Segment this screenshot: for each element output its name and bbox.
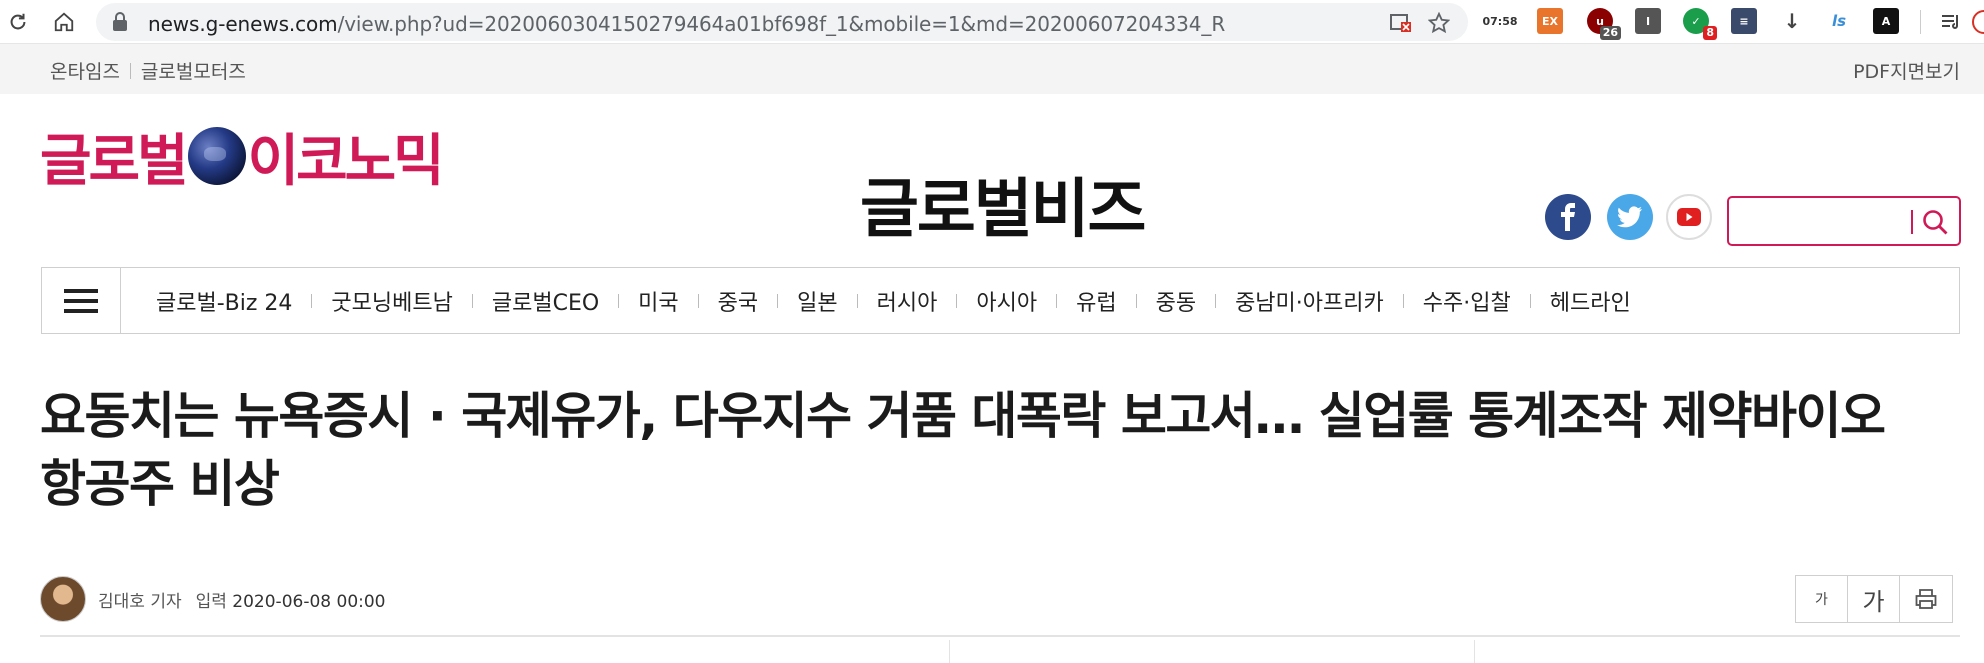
nav-item[interactable]: 헤드라인: [1550, 285, 1631, 317]
column-divider: [949, 640, 950, 663]
twitter-icon[interactable]: [1607, 194, 1653, 240]
article-tools: 가 가: [1795, 575, 1953, 623]
ls-ext-icon[interactable]: ls: [1826, 8, 1852, 34]
font-decrease-button[interactable]: 가: [1796, 576, 1848, 622]
nav-item[interactable]: 미국: [638, 285, 678, 317]
search-box: [1727, 196, 1961, 246]
publish-date: 2020-06-08 00:00: [232, 592, 386, 612]
clock-ext-icon[interactable]: 07:58: [1483, 8, 1518, 34]
logo-text-right: 이코노믹: [247, 128, 445, 194]
nav-item[interactable]: 중남미·아프리카: [1235, 285, 1384, 317]
address-bar[interactable]: news.g-enews.com/view.php?ud=20200603041…: [96, 3, 1468, 41]
bookmark-star-icon[interactable]: [1426, 10, 1452, 36]
site-logo[interactable]: 글로벌 이코노믹: [40, 124, 445, 194]
stack-ext-icon[interactable]: ≡: [1731, 8, 1757, 34]
byline: 김대호 기자 입력 2020-06-08 00:00: [98, 587, 386, 612]
nav-separator: [1056, 294, 1058, 308]
ublock-ext-icon[interactable]: u 26: [1587, 8, 1621, 40]
nav-item[interactable]: 러시아: [877, 285, 938, 317]
home-icon[interactable]: [48, 6, 80, 38]
url-text: news.g-enews.com/view.php?ud=20200603041…: [148, 12, 1226, 36]
i-ext-icon[interactable]: I: [1635, 8, 1661, 34]
nav-separator: [1402, 294, 1404, 308]
translate-icon[interactable]: [1388, 10, 1414, 36]
article-headline: 요동치는 뉴욕증시 · 국제유가, 다우지수 거품 대폭락 보고서… 실업률 통…: [40, 382, 1960, 518]
date-label: 입력: [195, 592, 227, 612]
byline-divider: [40, 635, 1960, 637]
author-avatar: [40, 576, 86, 622]
ex-ext-icon[interactable]: EX: [1537, 8, 1563, 34]
column-divider: [1474, 640, 1475, 663]
search-icon[interactable]: [1921, 208, 1949, 240]
nav-item[interactable]: 유럽: [1076, 285, 1116, 317]
nav-separator: [777, 294, 779, 308]
nav-separator: [1215, 294, 1217, 308]
nav-items: 글로벌-Biz 24 굿모닝베트남 글로벌CEO 미국 중국 일본 러시아 아시아 유럽 중동 중남…: [156, 285, 1631, 317]
search-divider: [1911, 210, 1913, 234]
globe-icon: [187, 127, 246, 185]
hamburger-menu-icon[interactable]: [42, 268, 121, 333]
reading-list-icon[interactable]: [1935, 6, 1967, 38]
author-name[interactable]: 김대호 기자: [98, 587, 182, 612]
logo-text-left: 글로벌: [40, 128, 189, 194]
download-icon[interactable]: ↓: [1779, 8, 1805, 34]
nav-separator: [1135, 294, 1137, 308]
nav-item[interactable]: 중국: [718, 285, 758, 317]
nav-separator: [697, 294, 699, 308]
main-nav: 글로벌-Biz 24 굿모닝베트남 글로벌CEO 미국 중국 일본 러시아 아시아 유럽 중동 중남…: [41, 267, 1960, 334]
facebook-icon[interactable]: [1545, 194, 1591, 240]
lock-icon: [112, 12, 128, 36]
profile-icon[interactable]: [1972, 10, 1984, 34]
section-title: 글로벌비즈: [860, 173, 1146, 247]
nav-item[interactable]: 굿모닝베트남: [331, 285, 452, 317]
link-ontimes[interactable]: 온타임즈: [50, 57, 120, 84]
nav-separator: [1529, 294, 1531, 308]
headline-line-2: 항공주 비상: [40, 455, 280, 513]
print-icon[interactable]: [1900, 576, 1952, 622]
youtube-icon[interactable]: [1666, 194, 1712, 240]
toolbar-divider: [1920, 10, 1921, 34]
nav-separator: [856, 294, 858, 308]
nav-separator: [956, 294, 958, 308]
pdf-view-link[interactable]: PDF지면보기: [1853, 57, 1960, 84]
nav-item[interactable]: 일본: [797, 285, 837, 317]
nav-item[interactable]: 수주·입찰: [1423, 285, 1511, 317]
search-input[interactable]: [1739, 208, 1889, 234]
font-increase-button[interactable]: 가: [1848, 576, 1900, 622]
divider: [129, 62, 131, 79]
nav-item[interactable]: 글로벌-Biz 24: [156, 285, 292, 317]
nav-separator: [618, 294, 620, 308]
nav-separator: [471, 294, 473, 308]
astar-ext-icon[interactable]: A: [1873, 8, 1899, 34]
nav-separator: [311, 294, 313, 308]
link-global-motors[interactable]: 글로벌모터즈: [141, 57, 246, 84]
browser-toolbar: news.g-enews.com/view.php?ud=20200603041…: [0, 0, 1984, 44]
headline-line-1: 요동치는 뉴욕증시 · 국제유가, 다우지수 거품 대폭락 보고서… 실업률 통…: [40, 387, 1886, 445]
nav-item[interactable]: 중동: [1156, 285, 1196, 317]
nav-item[interactable]: 아시아: [976, 285, 1037, 317]
utility-bar: 온타임즈 글로벌모터즈 PDF지면보기: [0, 44, 1984, 94]
reload-icon[interactable]: [2, 6, 34, 38]
nav-item[interactable]: 글로벌CEO: [492, 285, 599, 317]
shield-ext-icon[interactable]: ✓ 8: [1683, 8, 1717, 40]
